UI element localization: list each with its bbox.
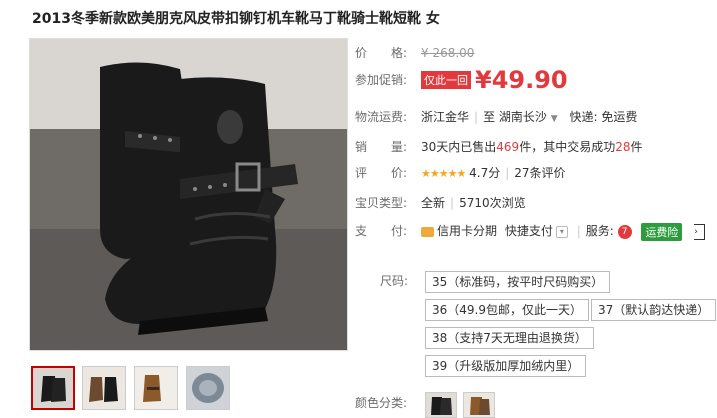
sales-sold-count: 469 bbox=[496, 140, 520, 154]
shipping-row: 物流运费: 浙江金华 | 至 湖南长沙 ▼ 快递: 免运费 bbox=[355, 108, 637, 125]
ship-to-city: 湖南长沙 bbox=[498, 110, 547, 124]
chevron-down-icon[interactable]: ▾ bbox=[555, 225, 568, 238]
ship-to-selector[interactable]: 湖南长沙 ▼ bbox=[499, 110, 558, 124]
payment-label: 支 付: bbox=[355, 224, 408, 238]
product-title: 2013冬季新款欧美朋克风皮带扣铆钉机车靴马丁靴骑士靴短靴 女 bbox=[32, 11, 440, 27]
price-label: 价 格: bbox=[355, 46, 408, 60]
separator: | bbox=[474, 110, 479, 124]
reviews-link[interactable]: 27条评价 bbox=[514, 166, 565, 180]
size-label: 尺码: bbox=[380, 274, 409, 288]
sales-success-count: 28 bbox=[615, 140, 631, 154]
thumbnail-4[interactable] bbox=[186, 366, 230, 410]
thumbnail-3-image bbox=[135, 367, 177, 409]
boots-photo bbox=[30, 39, 347, 350]
color-label: 颜色分类: bbox=[355, 396, 408, 410]
sales-label: 销 量: bbox=[355, 140, 408, 154]
promo-tag: 仅此一回 bbox=[421, 71, 471, 89]
freight-insurance-badge[interactable]: 运费险 bbox=[641, 222, 683, 241]
chevron-down-icon: ▼ bbox=[550, 114, 558, 124]
separator: | bbox=[576, 224, 581, 238]
separator: | bbox=[450, 196, 455, 210]
item-condition: 全新 bbox=[421, 196, 446, 210]
thumbnail-1-image bbox=[33, 368, 73, 408]
promo-row: 参加促销: 仅此一回 ¥49.90 bbox=[355, 66, 568, 94]
ship-from: 浙江金华 bbox=[421, 110, 470, 124]
promo-price: ¥49.90 bbox=[475, 66, 568, 94]
seven-day-return-icon[interactable]: 7 bbox=[617, 224, 632, 239]
sales-middle: 件，其中交易成功 bbox=[519, 140, 616, 154]
more-services-icon[interactable]: › bbox=[694, 223, 706, 240]
item-type-label: 宝贝类型: bbox=[355, 196, 408, 210]
shipping-label: 物流运费: bbox=[355, 110, 408, 124]
service-label: 服务: bbox=[585, 224, 614, 238]
rating-stars-icon: ★★★★★ bbox=[421, 167, 466, 180]
rating-row: 评 价: ★★★★★ 4.7分 | 27条评价 bbox=[355, 164, 566, 181]
express-fee: 快递: 免运费 bbox=[569, 110, 638, 124]
sales-row: 销 量: 30天内已售出469件，其中交易成功28件 bbox=[355, 138, 643, 155]
promo-label: 参加促销: bbox=[355, 72, 408, 87]
thumbnail-3[interactable] bbox=[134, 366, 178, 410]
quick-pay-link[interactable]: 快捷支付 bbox=[505, 224, 553, 238]
credit-installment-link[interactable]: 信用卡分期 bbox=[437, 224, 497, 238]
item-type-row: 宝贝类型: 全新 | 5710次浏览 bbox=[355, 194, 526, 211]
thumbnail-2[interactable] bbox=[82, 366, 126, 410]
main-product-image[interactable] bbox=[29, 38, 348, 351]
original-price: ¥ 268.00 bbox=[421, 46, 475, 60]
separator: | bbox=[505, 166, 510, 180]
color-swatch-black[interactable] bbox=[425, 392, 457, 418]
size-option-35[interactable]: 35（标准码，按平时尺码购买） bbox=[425, 271, 611, 293]
payment-row: 支 付: 信用卡分期 快捷支付 ▾ | 服务: 7 运费险 › bbox=[355, 222, 706, 241]
rating-label: 评 价: bbox=[355, 166, 408, 180]
sales-suffix: 件 bbox=[630, 140, 643, 154]
color-swatch-black-image bbox=[426, 393, 456, 417]
color-swatch-brown[interactable] bbox=[463, 392, 495, 418]
size-option-39[interactable]: 39（升级版加厚加绒内里） bbox=[425, 355, 587, 377]
thumbnail-2-image bbox=[83, 367, 125, 409]
sales-prefix: 30天内已售出 bbox=[421, 140, 497, 154]
size-option-36[interactable]: 36（49.9包邮，仅此一天） bbox=[425, 299, 589, 321]
price-row: 价 格: ¥ 268.00 bbox=[355, 44, 474, 61]
rating-score: 4.7分 bbox=[469, 166, 501, 180]
credit-card-icon bbox=[421, 226, 434, 237]
size-option-38[interactable]: 38（支持7天无理由退换货） bbox=[425, 327, 594, 349]
thumbnail-4-image bbox=[187, 367, 229, 409]
ship-to-prefix: 至 bbox=[483, 110, 496, 124]
thumbnail-1[interactable] bbox=[31, 366, 75, 410]
size-option-37[interactable]: 37（默认韵达快递） bbox=[591, 299, 717, 321]
view-count: 5710次浏览 bbox=[459, 196, 526, 210]
color-swatch-brown-image bbox=[464, 393, 494, 417]
